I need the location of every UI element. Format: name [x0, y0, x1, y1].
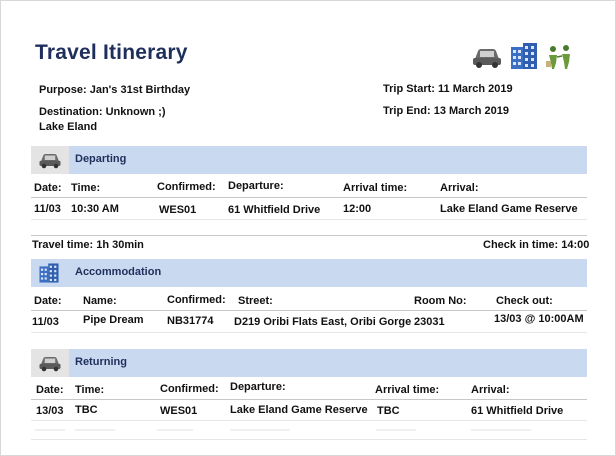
accommodation-confirmed: NB31774 — [167, 315, 214, 327]
departing-time: 10:30 AM — [71, 203, 119, 215]
building-icon — [509, 41, 539, 76]
accommodation-section-bar: Accommodation — [31, 259, 587, 287]
departing-header-rule — [31, 197, 587, 198]
returning-time: TBC — [75, 404, 98, 416]
accommodation-date: 11/03 — [32, 316, 59, 328]
car-icon — [38, 151, 62, 174]
people-icon — [545, 43, 575, 76]
departing-departure: 61 Whitfield Drive — [228, 204, 321, 216]
accommodation-name: Pipe Dream — [83, 314, 144, 326]
accommodation-col-checkout: Check out: — [496, 295, 553, 307]
returning-col-confirmed: Confirmed: — [160, 383, 219, 395]
returning-section-bar: Returning — [31, 349, 587, 377]
departing-col-time: Time: — [71, 182, 101, 194]
purpose-text: Purpose: Jan's 31st Birthday — [39, 84, 191, 96]
check-in-time-text: Check in time: 14:00 — [483, 239, 590, 251]
returning-confirmed: WES01 — [160, 405, 198, 417]
departing-bottom-rule — [31, 235, 587, 236]
departing-col-confirmed: Confirmed: — [157, 181, 216, 193]
destination-text: Destination: Unknown ;) — [39, 106, 166, 118]
accommodation-col-room: Room No: — [414, 295, 467, 307]
trip-start-text: Trip Start: 11 March 2019 — [383, 83, 513, 95]
departing-col-arrival: Arrival: — [440, 182, 479, 194]
destination-location: Lake Eland — [39, 121, 98, 133]
returning-col-time: Time: — [75, 384, 105, 396]
ghost-placeholder — [157, 429, 193, 431]
departing-section-bar: Departing — [31, 146, 587, 174]
accommodation-room: 23031 — [414, 316, 445, 328]
departing-confirmed: WES01 — [159, 204, 197, 216]
ghost-placeholder — [471, 429, 531, 431]
ghost-placeholder — [230, 429, 290, 431]
header-icons — [471, 41, 581, 73]
returning-arrival: 61 Whitfield Drive — [471, 405, 564, 417]
returning-arrival-time: TBC — [377, 405, 400, 417]
departing-row-rule — [31, 219, 587, 220]
departing-col-date: Date: — [34, 182, 62, 194]
accommodation-icon-box — [31, 259, 69, 287]
accommodation-col-confirmed: Confirmed: — [167, 294, 226, 306]
accommodation-row-rule — [31, 332, 587, 333]
departing-date: 11/03 — [34, 203, 61, 215]
returning-col-departure: Departure: — [230, 381, 286, 393]
itinerary-page: Travel Itinerary Purpose: Jan's 31st Bir… — [0, 0, 616, 456]
car-icon — [471, 45, 503, 74]
departing-col-arrival-time: Arrival time: — [343, 182, 408, 194]
ghost-placeholder — [376, 429, 416, 431]
page-title: Travel Itinerary — [35, 41, 188, 64]
trip-end-text: Trip End: 13 March 2019 — [383, 105, 509, 117]
departing-col-departure: Departure: — [228, 180, 284, 192]
returning-col-arrival-time: Arrival time: — [375, 384, 440, 396]
accommodation-header-rule — [31, 310, 587, 311]
returning-col-arrival: Arrival: — [471, 384, 510, 396]
accommodation-col-date: Date: — [34, 295, 62, 307]
travel-time-text: Travel time: 1h 30min — [32, 239, 144, 251]
returning-title: Returning — [75, 356, 127, 368]
departing-icon-box — [31, 146, 69, 174]
returning-col-date: Date: — [36, 384, 64, 396]
accommodation-street: D219 Oribi Flats East, Oribi Gorge — [234, 316, 412, 328]
returning-header-rule — [31, 399, 587, 400]
ghost-placeholder — [35, 429, 65, 431]
returning-date: 13/03 — [36, 405, 64, 417]
accommodation-col-name: Name: — [83, 295, 117, 307]
building-icon — [38, 262, 60, 289]
ghost-row-rule — [31, 439, 587, 440]
ghost-placeholder — [75, 429, 115, 431]
departing-arrival: Lake Eland Game Reserve — [440, 203, 578, 215]
returning-icon-box — [31, 349, 69, 377]
accommodation-col-street: Street: — [238, 295, 273, 307]
departing-title: Departing — [75, 153, 127, 165]
accommodation-checkout: 13/03 @ 10:00AM — [494, 313, 584, 325]
returning-departure: Lake Eland Game Reserve — [230, 404, 368, 416]
car-icon — [38, 354, 62, 377]
departing-arrival-time: 12:00 — [343, 203, 372, 215]
returning-row-rule — [31, 420, 587, 421]
accommodation-title: Accommodation — [75, 266, 162, 278]
